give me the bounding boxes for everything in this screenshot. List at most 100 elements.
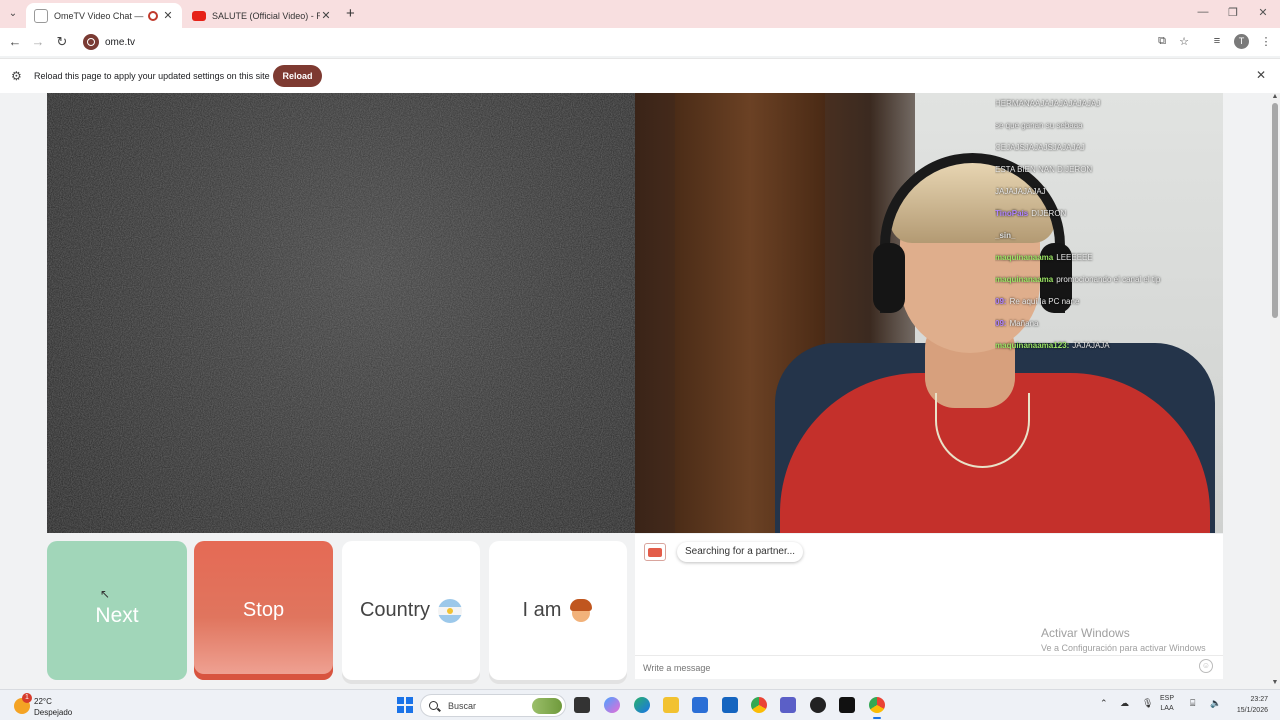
url-text: ome.tv bbox=[105, 36, 136, 48]
menu-kebab-icon[interactable]: ⋮ bbox=[1259, 35, 1273, 48]
stream-chat-text: Re aquí la PC nane bbox=[1009, 297, 1080, 306]
recording-icon bbox=[148, 10, 158, 21]
task-view-icon[interactable] bbox=[574, 697, 590, 713]
epic-games-icon[interactable] bbox=[839, 697, 855, 713]
stream-chat-user: 09: bbox=[995, 319, 1007, 328]
outlook-icon[interactable] bbox=[722, 697, 738, 713]
copilot-icon[interactable] bbox=[604, 697, 620, 713]
stop-label: Stop bbox=[242, 599, 285, 621]
stream-chat-user: maquinanaama bbox=[995, 275, 1054, 284]
watermark-title: Activar Windows bbox=[1041, 626, 1130, 640]
chrome-icon[interactable] bbox=[751, 697, 767, 713]
stream-chat-line: 09: Re aquí la PC nane bbox=[995, 291, 1223, 313]
gender-button[interactable]: I am bbox=[489, 541, 627, 680]
stream-chat-user: maquinanaama bbox=[995, 253, 1054, 262]
stream-chat-user: 09: bbox=[995, 297, 1007, 306]
language-indicator[interactable]: ESP LAA bbox=[1160, 694, 1174, 714]
tab-search-icon[interactable]: ⌄ bbox=[4, 6, 22, 22]
watermark-subtitle: Ve a Configuración para activar Windows bbox=[1041, 643, 1206, 653]
close-window-icon[interactable]: ✕ bbox=[1256, 6, 1270, 19]
ometv-page: HERMANAAJAJAJAJAJAJAJ se que ganan su seb… bbox=[0, 93, 1270, 689]
stream-chat-overlay: HERMANAAJAJAJAJAJAJAJ se que ganan su seb… bbox=[995, 93, 1223, 357]
microphone-icon[interactable]: 🎙 bbox=[1142, 698, 1153, 709]
tab-title: OmeTV Video Chat — Ome bbox=[54, 10, 144, 21]
bookmark-star-icon[interactable]: ☆ bbox=[1177, 35, 1191, 48]
edge-icon[interactable] bbox=[634, 697, 650, 713]
file-explorer-icon[interactable] bbox=[663, 697, 679, 713]
close-infobar-icon[interactable]: ✕ bbox=[1256, 68, 1266, 82]
address-bar[interactable]: ome.tv bbox=[80, 31, 1200, 53]
stream-chat-line: _sin_ bbox=[995, 225, 1223, 247]
tab-ometv[interactable]: OmeTV Video Chat — Ome ✕ bbox=[26, 3, 182, 28]
install-app-icon[interactable]: ⧉ bbox=[1155, 35, 1169, 48]
network-icon[interactable]: ⌸ bbox=[1190, 698, 1195, 709]
country-button[interactable]: Country bbox=[342, 541, 480, 680]
static-noise bbox=[47, 93, 635, 533]
app-icon[interactable] bbox=[810, 697, 826, 713]
next-button[interactable]: Next bbox=[47, 541, 187, 680]
headset-earcup bbox=[873, 243, 905, 313]
back-icon[interactable]: ← bbox=[7, 34, 23, 49]
browser-toolbar: ← → ↻ ome.tv ⧉ ☆ ≡ T ⋮ bbox=[0, 28, 1280, 56]
close-tab-icon[interactable]: ✕ bbox=[162, 9, 174, 22]
weather-widget[interactable]: 1 22°C Despejado bbox=[10, 693, 80, 719]
youtube-favicon-icon bbox=[192, 10, 206, 21]
next-label: Next bbox=[95, 603, 139, 627]
refresh-icon[interactable]: ↻ bbox=[54, 34, 70, 50]
close-tab-icon[interactable]: ✕ bbox=[320, 9, 332, 22]
scroll-thumb[interactable] bbox=[1272, 103, 1278, 318]
clock-date: 15/1/2026 bbox=[1236, 707, 1268, 714]
stream-chat-line: maquinanaama LEEEEEE bbox=[995, 247, 1223, 269]
stream-chat-line: maquinanaama promocionando el canal el ti… bbox=[995, 269, 1223, 291]
stream-chat-user: TinoPais bbox=[995, 209, 1029, 218]
restore-icon[interactable]: ❐ bbox=[1226, 6, 1240, 19]
teams-icon[interactable] bbox=[780, 697, 796, 713]
message-input[interactable] bbox=[635, 655, 1223, 679]
ometv-favicon-icon bbox=[34, 8, 48, 23]
tray-chevron-icon[interactable]: ⌃ bbox=[1100, 698, 1108, 709]
reload-button[interactable]: Reload bbox=[273, 65, 322, 87]
search-highlight-icon bbox=[532, 698, 562, 714]
taskbar-search[interactable]: Buscar bbox=[420, 694, 566, 717]
weather-badge: 1 bbox=[22, 693, 32, 703]
stream-chat-user: _sin_ bbox=[995, 231, 1016, 240]
onedrive-icon[interactable]: ☁ bbox=[1120, 698, 1129, 709]
stop-button[interactable]: Stop bbox=[194, 541, 333, 680]
search-icon bbox=[429, 701, 438, 710]
site-info-icon[interactable] bbox=[83, 34, 99, 50]
infobar-message: Reload this page to apply your updated s… bbox=[34, 71, 270, 81]
stream-chat-line: HERMANAAJAJAJAJAJAJAJ bbox=[995, 93, 1223, 115]
media-controls-icon[interactable]: ≡ bbox=[1210, 35, 1224, 47]
stream-chat-user: maquinanaama123: bbox=[995, 341, 1070, 350]
profile-avatar[interactable]: T bbox=[1234, 34, 1249, 49]
stream-chat-text: Mañana bbox=[1009, 319, 1039, 328]
scroll-up-icon[interactable]: ▲ bbox=[1270, 93, 1280, 103]
forward-icon[interactable]: → bbox=[30, 34, 46, 49]
stream-chat-text: CEJAJSJAJAJSJAJAJAJ bbox=[995, 143, 1085, 152]
stream-chat-text: DIJERON bbox=[1031, 209, 1067, 218]
system-clock[interactable]: 23:27 15/1/2026 bbox=[1228, 694, 1268, 716]
chrome-active-icon[interactable] bbox=[869, 697, 885, 713]
stream-chat-text: JAJAJAJAJAJ bbox=[995, 187, 1046, 196]
windows-start-icon[interactable] bbox=[397, 697, 413, 713]
stream-chat-line: 09: Mañana bbox=[995, 313, 1223, 335]
stream-chat-line: CEJAJSJAJAJSJAJAJAJ bbox=[995, 137, 1223, 159]
active-app-indicator bbox=[873, 717, 881, 719]
store-icon[interactable] bbox=[692, 697, 708, 713]
volume-icon[interactable]: 🔈 bbox=[1210, 698, 1221, 709]
windows-taskbar: 1 22°C Despejado Buscar ⌃ ☁ 🎙 ESP LAA ⌸ … bbox=[0, 689, 1280, 720]
scroll-down-icon[interactable]: ▼ bbox=[1270, 679, 1280, 689]
tab-title: SALUTE (Official Video) - Raj M bbox=[212, 10, 320, 21]
new-tab-button[interactable]: + bbox=[346, 5, 355, 22]
page-scrollbar[interactable]: ▲ ▼ bbox=[1270, 93, 1280, 689]
settings-icon: ⚙ bbox=[11, 69, 22, 83]
minimize-icon[interactable]: — bbox=[1196, 6, 1210, 18]
boy-emoji-icon bbox=[569, 598, 593, 623]
stream-chat-text: HERMANAAJAJAJAJAJAJAJ bbox=[995, 99, 1101, 108]
chat-panel: Searching for a partner... Activar Windo… bbox=[635, 534, 1223, 679]
tab-youtube[interactable]: SALUTE (Official Video) - Raj M ✕ bbox=[184, 3, 340, 28]
emoji-picker-icon[interactable]: ☺ bbox=[1199, 659, 1213, 673]
status-message: Searching for a partner... bbox=[677, 542, 804, 562]
stream-chat-text: promocionando el canal el tip bbox=[1056, 275, 1161, 284]
activate-windows-watermark: Activar Windows Ve a Configuración para … bbox=[1041, 626, 1206, 653]
